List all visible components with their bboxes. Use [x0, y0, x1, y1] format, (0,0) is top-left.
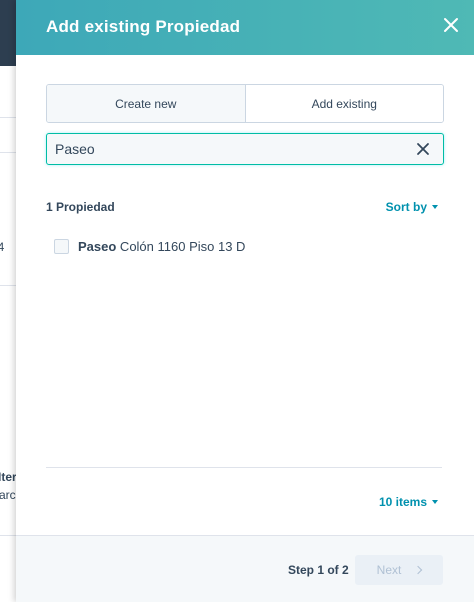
- step-indicator: Step 1 of 2: [288, 563, 349, 577]
- caret-down-icon: [432, 500, 438, 504]
- search-input[interactable]: [47, 134, 415, 164]
- background-topbar: [0, 0, 16, 66]
- items-per-page-label: 10 items: [378, 495, 427, 509]
- items-per-page-dropdown[interactable]: 10 items: [379, 495, 438, 509]
- chevron-right-icon: [414, 565, 423, 575]
- background-divider: [0, 285, 16, 286]
- mode-tabs: Create new Add existing: [46, 84, 444, 123]
- close-button[interactable]: [440, 14, 462, 36]
- background-text-fragment: Iter: [0, 470, 16, 484]
- sort-by-label: Sort by: [385, 200, 427, 214]
- tab-add-existing[interactable]: Add existing: [245, 85, 443, 122]
- background-divider: [0, 535, 16, 536]
- clear-search-icon[interactable]: [415, 141, 431, 157]
- background-text-fragment: 04: [0, 240, 5, 254]
- background-divider: [0, 117, 16, 118]
- result-checkbox[interactable]: [54, 239, 69, 254]
- next-button-label: Next: [376, 563, 402, 577]
- sort-by-dropdown[interactable]: Sort by: [386, 200, 438, 214]
- panel-header: Add existing Propiedad: [16, 0, 474, 55]
- result-label-rest: Colón 1160 Piso 13 D: [116, 239, 246, 254]
- background-divider: [0, 152, 16, 153]
- background-text-fragment: arch: [0, 488, 16, 502]
- result-count: 1 Propiedad: [46, 200, 115, 214]
- list-divider: [46, 467, 442, 468]
- next-button[interactable]: Next: [355, 555, 443, 585]
- result-item[interactable]: Paseo Colón 1160 Piso 13 D: [54, 239, 245, 254]
- result-label: Paseo Colón 1160 Piso 13 D: [78, 239, 245, 254]
- background-page: 04 Iter arch: [0, 0, 16, 602]
- add-existing-panel: Add existing Propiedad Create new Add ex…: [16, 0, 474, 602]
- caret-down-icon: [432, 205, 438, 209]
- close-icon: [444, 18, 458, 32]
- result-label-highlight: Paseo: [78, 239, 117, 254]
- panel-footer: Step 1 of 2 Next: [16, 535, 474, 602]
- search-box: [46, 133, 444, 165]
- panel-title: Add existing Propiedad: [46, 17, 241, 36]
- tab-create-new[interactable]: Create new: [47, 85, 246, 122]
